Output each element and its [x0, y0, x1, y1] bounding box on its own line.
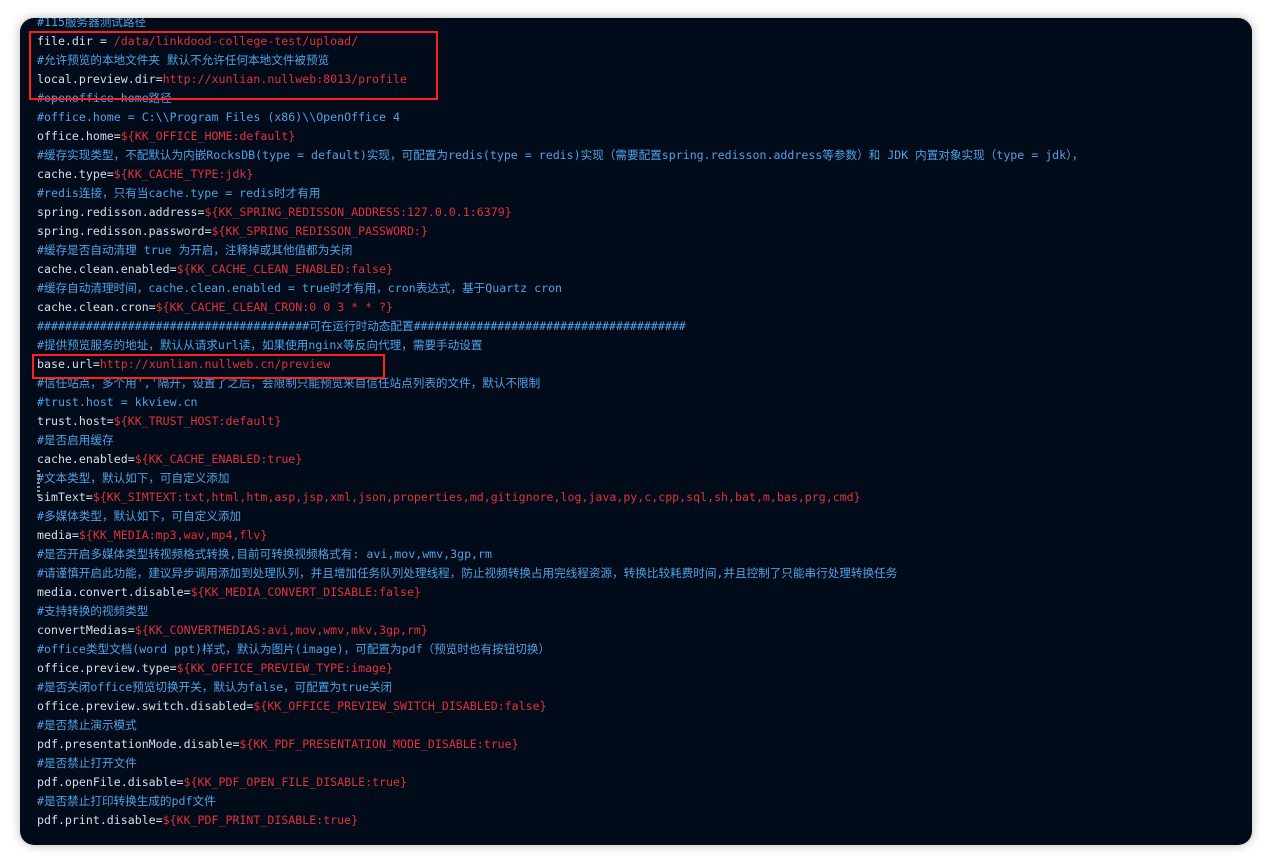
config-value: ${KK_CONVERTMEDIAS:avi,mov,wmv,mkv,3gp,r… [134, 623, 428, 637]
config-line: cache.clean.enabled=${KK_CACHE_CLEAN_ENA… [37, 260, 1237, 279]
comment-line: #是否关闭office预览切换开关，默认为false，可配置为true关闭 [37, 678, 1237, 697]
config-line: office.preview.switch.disabled=${KK_OFFI… [37, 697, 1237, 716]
config-key: cache.enabled= [37, 452, 135, 466]
comment-line: #请谨慎开启此功能，建议异步调用添加到处理队列，并且增加任务队列处理线程，防止视… [37, 564, 1237, 583]
highlight-box-upload-config [29, 31, 438, 100]
comment-text: #是否禁止打开文件 [37, 756, 137, 770]
comment-line: #office.home = C:\\Program Files (x86)\\… [37, 108, 1237, 127]
config-key: cache.clean.enabled= [37, 262, 177, 276]
config-key: spring.redisson.password= [37, 224, 212, 238]
config-line: office.home=${KK_OFFICE_HOME:default} [37, 127, 1237, 146]
comment-text: #office.home = C:\\Program Files (x86)\\… [37, 110, 400, 124]
comment-line: #缓存实现类型，不配默认为内嵌RocksDB(type = default)实现… [37, 146, 1237, 165]
comment-line: #是否禁止打印转换生成的pdf文件 [37, 792, 1237, 811]
config-key: media= [37, 528, 79, 542]
config-line: pdf.presentationMode.disable=${KK_PDF_PR… [37, 735, 1237, 754]
comment-line: #office类型文档(word ppt)样式，默认为图片(image)，可配置… [37, 640, 1237, 659]
config-key: pdf.openFile.disable= [37, 775, 184, 789]
config-line: cache.clean.cron=${KK_CACHE_CLEAN_CRON:0… [37, 298, 1237, 317]
comment-line: #多媒体类型，默认如下，可自定义添加 [37, 507, 1237, 526]
comment-text: #######################################可… [37, 319, 686, 333]
resize-grip-icon[interactable] [37, 470, 40, 498]
config-value: ${KK_PDF_PRESENTATION_MODE_DISABLE:true} [239, 737, 519, 751]
comment-line: #提供预览服务的地址，默认从请求url读，如果使用nginx等反向代理，需要手动… [37, 336, 1237, 355]
config-line: spring.redisson.address=${KK_SPRING_REDI… [37, 203, 1237, 222]
terminal-window: #115服务器测试路径 file.dir = /data/linkdood-col… [20, 18, 1252, 845]
config-value: ${KK_CACHE_ENABLED:true} [134, 452, 303, 466]
comment-text: #是否开启多媒体类型转视频格式转换,目前可转换视频格式有: avi,mov,wm… [37, 547, 493, 561]
config-value: ${KK_TRUST_HOST:default} [113, 414, 282, 428]
comment-line: #######################################可… [37, 317, 1237, 336]
comment-text: #redis连接，只有当cache.type = redis时才有用 [37, 186, 321, 200]
config-value: ${KK_MEDIA_CONVERT_DISABLE:false} [190, 585, 421, 599]
config-value: ${KK_SIMTEXT:txt,html,htm,asp,jsp,xml,js… [92, 490, 861, 504]
comment-text: #支持转换的视频类型 [37, 604, 149, 618]
config-value: ${KK_OFFICE_PREVIEW_TYPE:image} [176, 661, 393, 675]
comment-line: #支持转换的视频类型 [37, 602, 1237, 621]
config-line: pdf.print.disable=${KK_PDF_PRINT_DISABLE… [37, 811, 1237, 830]
config-value: ${KK_CACHE_TYPE:jdk} [113, 167, 254, 181]
config-key: simText= [37, 490, 93, 504]
config-line: media.convert.disable=${KK_MEDIA_CONVERT… [37, 583, 1237, 602]
config-line: simText=${KK_SIMTEXT:txt,html,htm,asp,js… [37, 488, 1237, 507]
config-key: media.convert.disable= [37, 585, 191, 599]
comment-text: #缓存自动清理时间，cache.clean.enabled = true时才有用… [37, 281, 563, 295]
config-line: cache.enabled=${KK_CACHE_ENABLED:true} [37, 450, 1237, 469]
config-value: ${KK_CACHE_CLEAN_CRON:0 0 3 * * ?} [155, 300, 393, 314]
config-key: convertMedias= [37, 623, 135, 637]
comment-text: #是否禁止演示模式 [37, 718, 137, 732]
comment-line: #是否禁止打开文件 [37, 754, 1237, 773]
highlight-box-base-url [32, 354, 385, 379]
config-key: spring.redisson.address= [37, 205, 205, 219]
comment-line: #是否禁止演示模式 [37, 716, 1237, 735]
comment-text: #请谨慎开启此功能，建议异步调用添加到处理队列，并且增加任务队列处理线程，防止视… [37, 566, 898, 580]
comment-text: #trust.host = kkview.cn [37, 395, 198, 409]
comment-text: #是否关闭office预览切换开关，默认为false，可配置为true关闭 [37, 680, 393, 694]
config-value: ${KK_SPRING_REDISSON_PASSWORD:} [211, 224, 428, 238]
comment-text: #缓存实现类型，不配默认为内嵌RocksDB(type = default)实现… [37, 148, 1084, 162]
config-line: spring.redisson.password=${KK_SPRING_RED… [37, 222, 1237, 241]
config-key: cache.clean.cron= [37, 300, 156, 314]
comment-line: #trust.host = kkview.cn [37, 393, 1237, 412]
config-value: ${KK_OFFICE_HOME:default} [120, 129, 296, 143]
comment-line: #是否启用缓存 [37, 431, 1237, 450]
comment-text: #提供预览服务的地址，默认从请求url读，如果使用nginx等反向代理，需要手动… [37, 338, 483, 352]
comment-text: #多媒体类型，默认如下，可自定义添加 [37, 509, 242, 523]
comment-line: #115服务器测试路径 [37, 18, 1237, 32]
config-key: trust.host= [37, 414, 114, 428]
comment-line: #文本类型，默认如下，可自定义添加 [37, 469, 1237, 488]
comment-text: #是否禁止打印转换生成的pdf文件 [37, 794, 216, 808]
comment-text: #文本类型，默认如下，可自定义添加 [37, 471, 230, 485]
config-key: office.preview.switch.disabled= [37, 699, 254, 713]
config-key: office.preview.type= [37, 661, 177, 675]
config-value: ${KK_CACHE_CLEAN_ENABLED:false} [176, 262, 393, 276]
config-line: media=${KK_MEDIA:mp3,wav,mp4,flv} [37, 526, 1237, 545]
config-line: convertMedias=${KK_CONVERTMEDIAS:avi,mov… [37, 621, 1237, 640]
config-value: ${KK_PDF_OPEN_FILE_DISABLE:true} [183, 775, 407, 789]
config-file-content[interactable]: #115服务器测试路径 file.dir = /data/linkdood-col… [37, 18, 1237, 830]
config-line: trust.host=${KK_TRUST_HOST:default} [37, 412, 1237, 431]
config-value: ${KK_SPRING_REDISSON_ADDRESS:127.0.0.1:6… [204, 205, 512, 219]
comment-line: #缓存是否自动清理 true 为开启，注释掉或其他值都为关闭 [37, 241, 1237, 260]
config-value: ${KK_OFFICE_PREVIEW_SWITCH_DISABLED:fals… [253, 699, 547, 713]
comment-line: #redis连接，只有当cache.type = redis时才有用 [37, 184, 1237, 203]
comment-text: #office类型文档(word ppt)样式，默认为图片(image)，可配置… [37, 642, 551, 656]
comment-line: #是否开启多媒体类型转视频格式转换,目前可转换视频格式有: avi,mov,wm… [37, 545, 1237, 564]
comment-line: #缓存自动清理时间，cache.clean.enabled = true时才有用… [37, 279, 1237, 298]
config-key: pdf.print.disable= [37, 813, 163, 827]
config-key: office.home= [37, 129, 121, 143]
config-value: ${KK_PDF_PRINT_DISABLE:true} [162, 813, 359, 827]
config-line: office.preview.type=${KK_OFFICE_PREVIEW_… [37, 659, 1237, 678]
comment-text: #115服务器测试路径 [37, 18, 147, 29]
config-key: pdf.presentationMode.disable= [37, 737, 240, 751]
config-line: pdf.openFile.disable=${KK_PDF_OPEN_FILE_… [37, 773, 1237, 792]
comment-text: #缓存是否自动清理 true 为开启，注释掉或其他值都为关闭 [37, 243, 353, 257]
comment-text: #是否启用缓存 [37, 433, 114, 447]
config-line: cache.type=${KK_CACHE_TYPE:jdk} [37, 165, 1237, 184]
config-value: ${KK_MEDIA:mp3,wav,mp4,flv} [78, 528, 268, 542]
config-key: cache.type= [37, 167, 114, 181]
